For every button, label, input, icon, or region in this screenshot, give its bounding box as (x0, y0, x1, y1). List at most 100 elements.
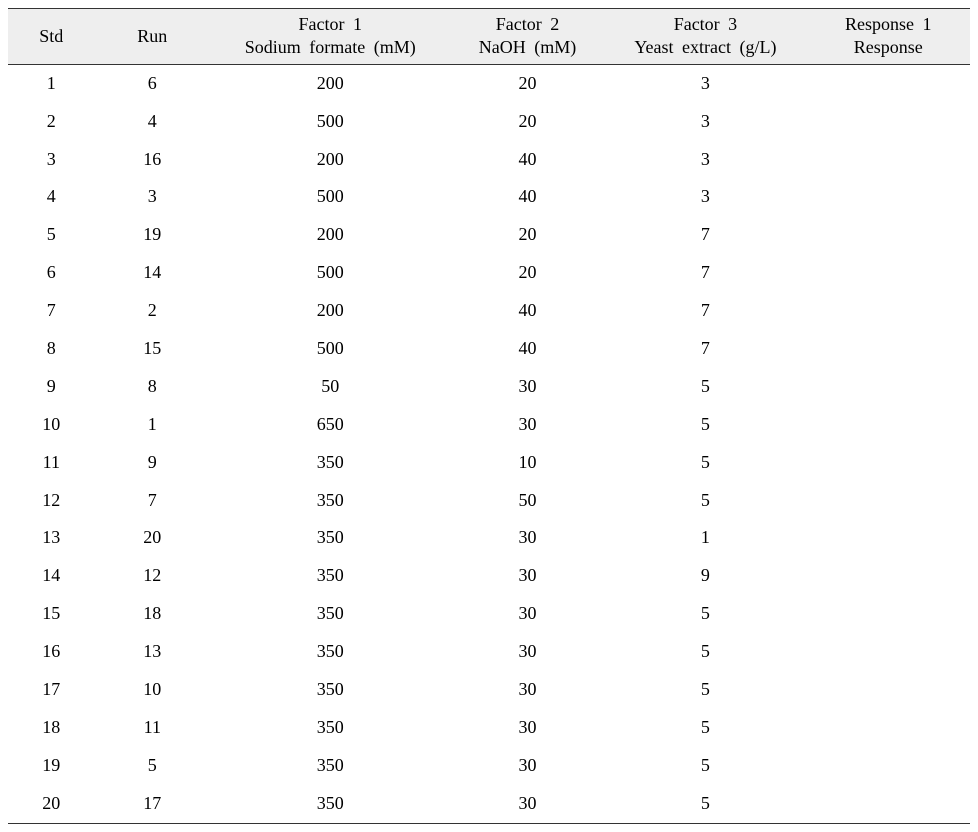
cell-factor-3: 7 (604, 292, 806, 330)
table-row: 519200207 (8, 216, 970, 254)
cell-run: 10 (95, 671, 210, 709)
cell-std: 11 (8, 444, 95, 482)
cell-factor-2: 20 (451, 64, 605, 102)
cell-std: 7 (8, 292, 95, 330)
cell-run: 2 (95, 292, 210, 330)
cell-factor-1: 500 (210, 330, 451, 368)
cell-factor-1: 200 (210, 216, 451, 254)
header-factor-3-line2: Yeast extract (g/L) (606, 36, 804, 59)
table-row: 316200403 (8, 141, 970, 179)
cell-std: 10 (8, 406, 95, 444)
header-factor-3-line1: Factor 3 (606, 13, 804, 36)
cell-run: 7 (95, 482, 210, 520)
cell-factor-1: 500 (210, 103, 451, 141)
table-row: 16200203 (8, 64, 970, 102)
table-row: 1320350301 (8, 519, 970, 557)
cell-run: 14 (95, 254, 210, 292)
cell-factor-1: 200 (210, 292, 451, 330)
cell-std: 4 (8, 178, 95, 216)
cell-std: 19 (8, 747, 95, 785)
cell-factor-3: 7 (604, 330, 806, 368)
cell-factor-3: 9 (604, 557, 806, 595)
cell-std: 13 (8, 519, 95, 557)
table-row: 2017350305 (8, 785, 970, 823)
cell-factor-3: 5 (604, 482, 806, 520)
table-row: 1613350305 (8, 633, 970, 671)
header-factor-2: Factor 2 NaOH (mM) (451, 9, 605, 65)
cell-std: 15 (8, 595, 95, 633)
cell-factor-2: 40 (451, 330, 605, 368)
cell-run: 20 (95, 519, 210, 557)
cell-factor-3: 5 (604, 595, 806, 633)
design-table: Std Run Factor 1 Sodium formate (mM) Fac… (8, 8, 970, 824)
cell-run: 17 (95, 785, 210, 823)
cell-factor-1: 350 (210, 785, 451, 823)
cell-response-1 (806, 747, 970, 785)
cell-response-1 (806, 292, 970, 330)
cell-factor-2: 30 (451, 368, 605, 406)
header-factor-1-line1: Factor 1 (212, 13, 449, 36)
cell-factor-3: 5 (604, 709, 806, 747)
cell-factor-1: 350 (210, 595, 451, 633)
cell-factor-1: 350 (210, 444, 451, 482)
cell-factor-2: 30 (451, 785, 605, 823)
cell-factor-1: 350 (210, 633, 451, 671)
cell-response-1 (806, 216, 970, 254)
cell-factor-2: 30 (451, 633, 605, 671)
cell-factor-1: 200 (210, 64, 451, 102)
cell-response-1 (806, 254, 970, 292)
header-response-1-line1: Response 1 (808, 13, 968, 36)
table-row: 101650305 (8, 406, 970, 444)
cell-factor-1: 350 (210, 747, 451, 785)
cell-response-1 (806, 64, 970, 102)
cell-response-1 (806, 330, 970, 368)
cell-response-1 (806, 444, 970, 482)
cell-factor-2: 40 (451, 141, 605, 179)
cell-factor-1: 650 (210, 406, 451, 444)
table-row: 119350105 (8, 444, 970, 482)
header-factor-2-line2: NaOH (mM) (453, 36, 603, 59)
header-response-1-line2: Response (808, 36, 968, 59)
cell-std: 5 (8, 216, 95, 254)
cell-factor-3: 5 (604, 747, 806, 785)
cell-response-1 (806, 178, 970, 216)
cell-run: 5 (95, 747, 210, 785)
cell-response-1 (806, 557, 970, 595)
table-row: 127350505 (8, 482, 970, 520)
cell-factor-3: 7 (604, 254, 806, 292)
header-run: Run (95, 9, 210, 65)
cell-factor-3: 3 (604, 141, 806, 179)
header-factor-2-line1: Factor 2 (453, 13, 603, 36)
cell-run: 8 (95, 368, 210, 406)
cell-response-1 (806, 671, 970, 709)
cell-factor-2: 30 (451, 671, 605, 709)
cell-std: 14 (8, 557, 95, 595)
cell-std: 2 (8, 103, 95, 141)
cell-response-1 (806, 709, 970, 747)
cell-run: 13 (95, 633, 210, 671)
cell-std: 16 (8, 633, 95, 671)
cell-run: 15 (95, 330, 210, 368)
cell-response-1 (806, 785, 970, 823)
cell-run: 18 (95, 595, 210, 633)
cell-factor-3: 3 (604, 178, 806, 216)
cell-factor-1: 350 (210, 709, 451, 747)
cell-factor-2: 20 (451, 216, 605, 254)
cell-factor-2: 50 (451, 482, 605, 520)
cell-response-1 (806, 368, 970, 406)
table-body: 1620020324500203316200403435004035192002… (8, 64, 970, 823)
cell-factor-2: 30 (451, 406, 605, 444)
cell-response-1 (806, 141, 970, 179)
cell-std: 6 (8, 254, 95, 292)
cell-factor-3: 5 (604, 671, 806, 709)
cell-factor-1: 350 (210, 519, 451, 557)
cell-response-1 (806, 595, 970, 633)
cell-factor-2: 30 (451, 595, 605, 633)
cell-factor-2: 20 (451, 103, 605, 141)
cell-run: 11 (95, 709, 210, 747)
cell-factor-3: 5 (604, 368, 806, 406)
header-factor-1-line2: Sodium formate (mM) (212, 36, 449, 59)
cell-std: 18 (8, 709, 95, 747)
cell-factor-2: 30 (451, 557, 605, 595)
cell-response-1 (806, 633, 970, 671)
